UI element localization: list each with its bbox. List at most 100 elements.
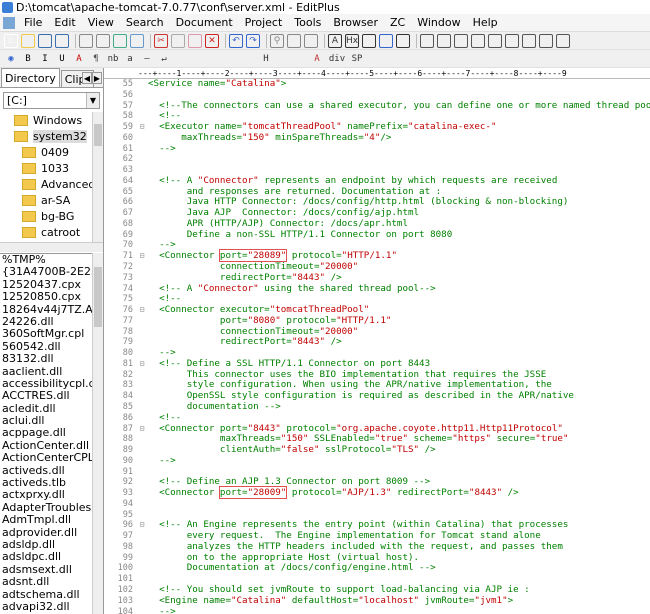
code-line[interactable]: 69 Define a non-SSL HTTP/1.1 Connector o…: [104, 229, 650, 241]
layout5-icon[interactable]: [488, 33, 502, 48]
print-icon[interactable]: [79, 33, 93, 48]
folder-item[interactable]: bg-BG: [0, 208, 103, 224]
menu-tools[interactable]: Tools: [288, 16, 327, 29]
file-item[interactable]: acledit.dll: [0, 403, 103, 415]
file-item[interactable]: 12520437.cpx: [0, 279, 103, 291]
file-item[interactable]: advapi32.dll: [0, 601, 103, 613]
layout2-icon[interactable]: [437, 33, 451, 48]
layout9-icon[interactable]: [556, 33, 570, 48]
code-editor[interactable]: 55 <Service name="Catalina"> 56 57 <!--The …: [104, 79, 650, 614]
code-line[interactable]: 103 <Engine name="Catalina" defaultHost=…: [104, 595, 650, 607]
menu-project[interactable]: Project: [239, 16, 289, 29]
drive-select[interactable]: [C:] ▼: [3, 92, 100, 109]
underline-icon[interactable]: U: [55, 52, 69, 66]
code-line[interactable]: 89 clientAuth="false" sslProtocol="TLS" …: [104, 444, 650, 456]
file-list-scrollbar[interactable]: [92, 253, 103, 614]
file-item[interactable]: accessibilitycpl.dll: [0, 378, 103, 390]
file-item[interactable]: ActionCenter.dll: [0, 440, 103, 452]
menu-search[interactable]: Search: [120, 16, 170, 29]
file-item[interactable]: acppage.dll: [0, 427, 103, 439]
ftp-upload-icon[interactable]: [130, 33, 144, 48]
folder-item[interactable]: 0409: [0, 144, 103, 160]
replace-icon[interactable]: [287, 33, 301, 48]
system-menu-icon[interactable]: [3, 16, 15, 29]
style-icon[interactable]: [384, 52, 398, 66]
code-line[interactable]: 85 documentation -->: [104, 401, 650, 413]
code-icon[interactable]: [435, 52, 449, 66]
find-in-files-icon[interactable]: [304, 33, 318, 48]
folder-tree-scrollbar[interactable]: [92, 112, 103, 242]
font-color-icon[interactable]: A: [72, 52, 86, 66]
redo-icon[interactable]: ↷: [246, 33, 260, 48]
chevron-down-icon[interactable]: ▼: [86, 93, 99, 108]
file-item[interactable]: aclui.dll: [0, 415, 103, 427]
menu-view[interactable]: View: [82, 16, 120, 29]
file-item[interactable]: AdapterTroubleshoo: [0, 502, 103, 514]
hr-icon[interactable]: —: [140, 52, 154, 66]
div-tag-icon[interactable]: div: [327, 52, 347, 66]
code-line[interactable]: 93 <Connector port="28009" protocol="AJP…: [104, 486, 650, 500]
layout8-icon[interactable]: [539, 33, 553, 48]
file-item[interactable]: actxprxy.dll: [0, 489, 103, 501]
folder-item[interactable]: system32: [0, 128, 103, 144]
link-icon[interactable]: [418, 52, 432, 66]
layout6-icon[interactable]: [505, 33, 519, 48]
form-icon[interactable]: [225, 52, 239, 66]
tab-directory[interactable]: Directory: [1, 68, 60, 87]
code-line[interactable]: 90 -->: [104, 455, 650, 467]
layout1-icon[interactable]: [420, 33, 434, 48]
div-icon[interactable]: [174, 52, 188, 66]
code-line[interactable]: 104 -->: [104, 606, 650, 614]
list-icon[interactable]: [242, 52, 256, 66]
file-item[interactable]: 24226.dll: [0, 316, 103, 328]
file-item[interactable]: adsldpc.dll: [0, 551, 103, 563]
hex-view-icon[interactable]: Hx: [345, 33, 359, 48]
save-icon[interactable]: [38, 33, 52, 48]
fold-toggle-icon[interactable]: ⊟: [136, 359, 148, 370]
layout4-icon[interactable]: [471, 33, 485, 48]
folder-item[interactable]: 1033: [0, 160, 103, 176]
file-item[interactable]: 18264v44j7TZ.ABK: [0, 304, 103, 316]
folder-item[interactable]: ar-SA: [0, 192, 103, 208]
menu-window[interactable]: Window: [411, 16, 466, 29]
copy-icon[interactable]: [171, 33, 185, 48]
menu-browser[interactable]: Browser: [327, 16, 384, 29]
layout7-icon[interactable]: [522, 33, 536, 48]
code-line[interactable]: 61 -->: [104, 143, 650, 155]
h1-icon[interactable]: H: [259, 52, 273, 66]
code-line[interactable]: 79 redirectPort="8443" />: [104, 336, 650, 348]
file-item[interactable]: AdmTmpl.dll: [0, 514, 103, 526]
bold-icon[interactable]: B: [21, 52, 35, 66]
new-file-icon[interactable]: ▫: [4, 33, 18, 48]
script-icon[interactable]: [293, 52, 307, 66]
undo-icon[interactable]: ↶: [229, 33, 243, 48]
folder-tree-hscrollbar[interactable]: [0, 242, 103, 252]
folder-item[interactable]: Windows: [0, 112, 103, 128]
folder-item[interactable]: catroot: [0, 224, 103, 240]
code-line[interactable]: 55 <Service name="Catalina">: [104, 79, 650, 90]
delete-icon[interactable]: ✕: [205, 33, 219, 48]
code-line[interactable]: 74 <!-- A "Connector" using the shared t…: [104, 283, 650, 295]
folder-item[interactable]: AdvancedIns: [0, 176, 103, 192]
file-item[interactable]: 12520850.cpx: [0, 291, 103, 303]
sp-icon[interactable]: SP: [350, 52, 364, 66]
fold-toggle-icon[interactable]: ⊟: [136, 251, 148, 262]
save-all-icon[interactable]: [55, 33, 69, 48]
code-line[interactable]: 94: [104, 499, 650, 510]
file-item[interactable]: adsmsext.dll: [0, 564, 103, 576]
html-icon[interactable]: [401, 52, 415, 66]
file-item[interactable]: ACCTRES.dll: [0, 390, 103, 402]
spell-check-icon[interactable]: [113, 33, 127, 48]
file-item[interactable]: %TMP%: [0, 254, 103, 266]
fold-toggle-icon[interactable]: ⊟: [136, 122, 148, 133]
file-item[interactable]: adsnt.dll: [0, 576, 103, 588]
browser-preview-icon[interactable]: ◉: [4, 52, 18, 66]
word-wrap-icon[interactable]: [362, 33, 376, 48]
nbsp-icon[interactable]: nb: [106, 52, 120, 66]
code-line[interactable]: 73 redirectPort="8443" />: [104, 272, 650, 284]
print-preview-icon[interactable]: [96, 33, 110, 48]
menu-file[interactable]: File: [18, 16, 48, 29]
code-line[interactable]: 77 port="8080" protocol="HTTP/1.1": [104, 315, 650, 327]
table-icon[interactable]: [191, 52, 205, 66]
spell-icon[interactable]: [396, 33, 410, 48]
